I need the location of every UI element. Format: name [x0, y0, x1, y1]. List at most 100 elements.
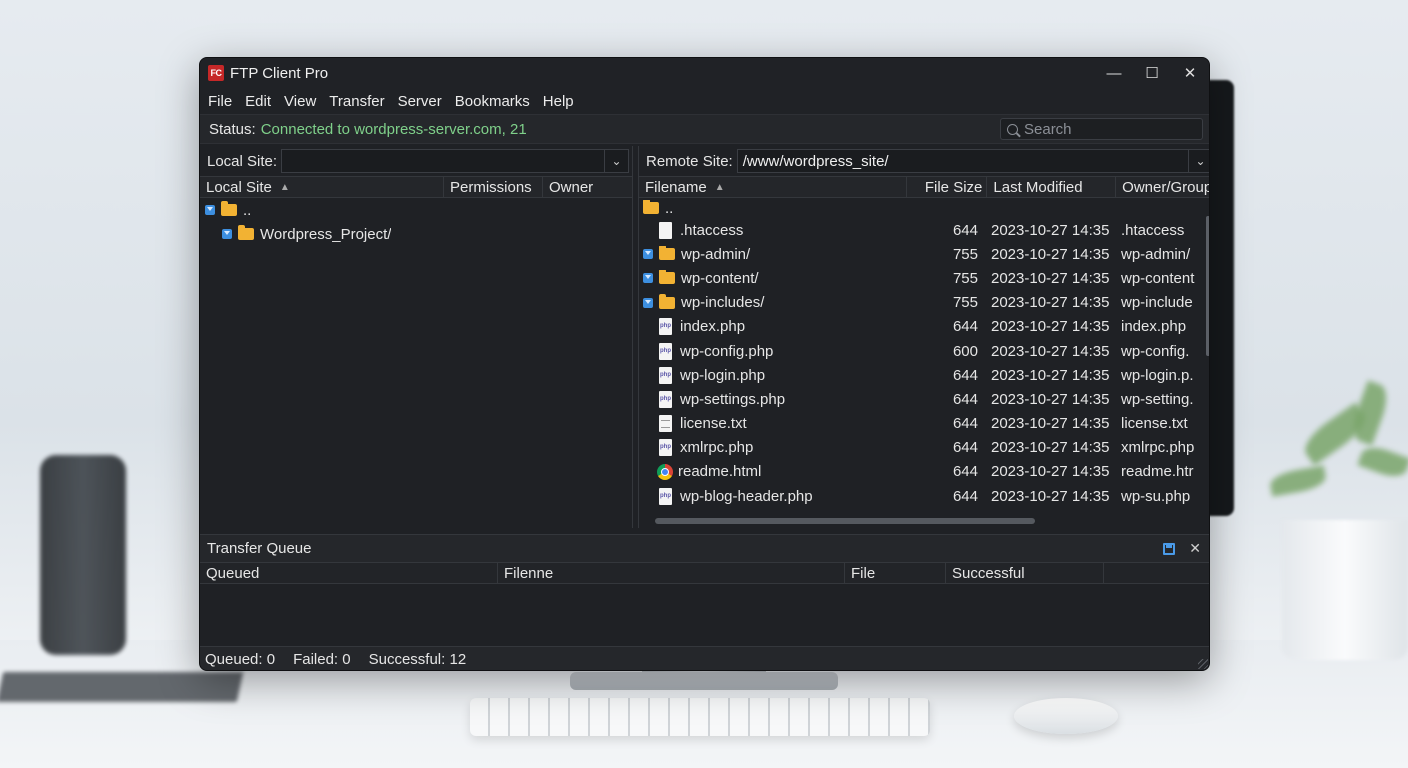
column-label: Local Site	[206, 178, 272, 196]
owner-group: wp-su.php	[1121, 487, 1191, 505]
expand-icon[interactable]	[643, 249, 653, 260]
last-modified: 2023-10-27 14:35	[991, 487, 1110, 505]
transfer-queue-title: Transfer Queue	[207, 540, 312, 557]
menu-server[interactable]: Server	[398, 93, 442, 110]
resize-grip-icon[interactable]	[1198, 659, 1208, 669]
owner-group: .htaccess	[1121, 221, 1185, 239]
local-site-pane: Local Site: ⌄ Local Site ▲ Permissions Ow…	[200, 146, 633, 528]
file-size: 644	[952, 487, 978, 505]
window-controls: — ☐ ✕	[1095, 58, 1209, 88]
vertical-scrollbar[interactable]	[1206, 216, 1209, 356]
chevron-down-icon[interactable]: ⌄	[1188, 150, 1209, 172]
file-name-cell: xmlrpc.php	[639, 439, 907, 457]
column-owner-group[interactable]: Owner/Group	[1116, 177, 1209, 197]
last-modified: 2023-10-27 14:35	[991, 294, 1110, 312]
monitor-stand-base	[570, 672, 838, 690]
menu-bar: File Edit View Transfer Server Bookmarks…	[200, 88, 1209, 114]
list-item[interactable]: wp-content/755 2023-10-27 14:35 wp-content	[639, 266, 1209, 290]
folder-icon	[238, 225, 254, 240]
transfer-queue-list	[200, 584, 1209, 646]
column-local-site[interactable]: Local Site ▲	[200, 177, 444, 197]
maximize-button[interactable]: ☐	[1133, 58, 1171, 88]
list-item[interactable]: wp-settings.php 644 2023-10-27 14:35 wp-set…	[639, 387, 1209, 411]
column-file-size[interactable]: File Size	[907, 177, 988, 197]
queue-actions: ✕	[1163, 540, 1201, 557]
transfer-queue-header: Transfer Queue ✕	[200, 534, 1209, 562]
column-filename[interactable]: Filename ▲	[639, 177, 907, 197]
column-owner[interactable]: Owner	[543, 177, 632, 197]
column-queued[interactable]: Queued	[200, 563, 498, 583]
menu-bookmarks[interactable]: Bookmarks	[455, 93, 530, 110]
list-item[interactable]: xmlrpc.php 644 2023-10-27 14:35 xmlrpc.php	[639, 436, 1209, 460]
folder-icon	[659, 245, 675, 261]
file-size: 755	[952, 269, 978, 287]
file-name: license.txt	[680, 415, 747, 433]
menu-file[interactable]: File	[208, 93, 232, 110]
file-name: .htaccess	[680, 221, 744, 239]
file-size: 755	[952, 245, 978, 263]
minimize-button[interactable]: —	[1095, 58, 1133, 88]
menu-transfer[interactable]: Transfer	[329, 93, 384, 110]
column-label: Filename	[645, 178, 707, 196]
speaker	[40, 455, 126, 655]
search-placeholder: Search	[1024, 120, 1072, 138]
last-modified: 2023-10-27 14:35	[991, 245, 1110, 263]
close-icon[interactable]: ✕	[1189, 540, 1201, 557]
file-name: wp-content/	[681, 269, 759, 287]
close-button[interactable]: ✕	[1171, 58, 1209, 88]
column-successful[interactable]: Successful	[946, 563, 1104, 583]
expand-icon[interactable]	[643, 273, 653, 284]
tree-item-wordpress-project[interactable]: Wordpress_Project/	[200, 222, 632, 246]
tree-item-label: Wordpress_Project/	[260, 225, 392, 243]
file-name: wp-admin/	[681, 245, 751, 263]
expand-icon[interactable]	[222, 229, 232, 239]
tablet-device	[0, 672, 244, 702]
file-name: wp-blog-header.php	[680, 487, 813, 505]
list-item[interactable]: wp-admin/755 2023-10-27 14:35 wp-admin/	[639, 242, 1209, 266]
expand-icon[interactable]	[205, 205, 215, 215]
list-item[interactable]: index.php 644 2023-10-27 14:35 index.php	[639, 315, 1209, 339]
list-item[interactable]: wp-login.php 644 2023-10-27 14:35 wp-login.…	[639, 363, 1209, 387]
php-file-icon	[659, 366, 672, 384]
column-filename[interactable]: Filenne	[498, 563, 845, 583]
folder-icon	[221, 201, 237, 216]
horizontal-scrollbar[interactable]	[655, 518, 1035, 524]
php-file-icon	[659, 439, 672, 457]
column-file[interactable]: File	[845, 563, 946, 583]
column-label: File Size	[924, 178, 983, 196]
last-modified: 2023-10-27 14:35	[991, 463, 1110, 481]
successful-count: Successful: 12	[368, 651, 467, 668]
list-item[interactable]: wp-blog-header.php 644 2023-10-27 14:35 wp-…	[639, 484, 1209, 508]
file-name-cell: .htaccess	[639, 221, 907, 239]
chrome-icon	[657, 463, 673, 480]
search-input[interactable]: Search	[1000, 118, 1203, 140]
list-item[interactable]: wp-includes/755 2023-10-27 14:35 wp-includ…	[639, 291, 1209, 315]
column-last-modified[interactable]: Last Modified	[987, 177, 1117, 197]
menu-edit[interactable]: Edit	[245, 93, 271, 110]
search-icon	[1007, 123, 1018, 135]
column-permissions[interactable]: Permissions	[444, 177, 543, 197]
list-item[interactable]: wp-config.php 600 2023-10-27 14:35 wp-confi…	[639, 339, 1209, 363]
file-icon	[659, 221, 672, 239]
menu-help[interactable]: Help	[543, 93, 574, 110]
list-item-parent[interactable]: ..	[639, 198, 1209, 218]
file-name-cell: wp-includes/	[639, 294, 907, 311]
tree-item-parent[interactable]: ..	[200, 198, 632, 222]
expand-icon[interactable]	[643, 297, 653, 308]
app-title: FTP Client Pro	[230, 64, 329, 82]
file-name: index.php	[680, 318, 746, 336]
chevron-down-icon[interactable]: ⌄	[604, 150, 628, 172]
local-site-path-combo[interactable]: ⌄	[281, 149, 629, 173]
remote-site-path-combo[interactable]: /www/wordpress_site/ ⌄	[736, 149, 1209, 173]
file-size: 755	[952, 294, 978, 312]
file-size: 644	[952, 415, 978, 433]
queued-count: Queued: 0	[205, 651, 276, 668]
list-item[interactable]: readme.html 644 2023-10-27 14:35 readme.htr	[639, 460, 1209, 484]
save-icon[interactable]	[1163, 542, 1176, 555]
menu-view[interactable]: View	[284, 93, 316, 110]
title-bar[interactable]: FC FTP Client Pro — ☐ ✕	[200, 58, 1209, 88]
owner-group: wp-content	[1121, 269, 1195, 287]
list-item[interactable]: .htaccess 644 2023-10-27 14:35 .htaccess	[639, 218, 1209, 242]
list-item[interactable]: license.txt 644 2023-10-27 14:35 license.tx…	[639, 412, 1209, 436]
file-size: 600	[952, 342, 978, 360]
